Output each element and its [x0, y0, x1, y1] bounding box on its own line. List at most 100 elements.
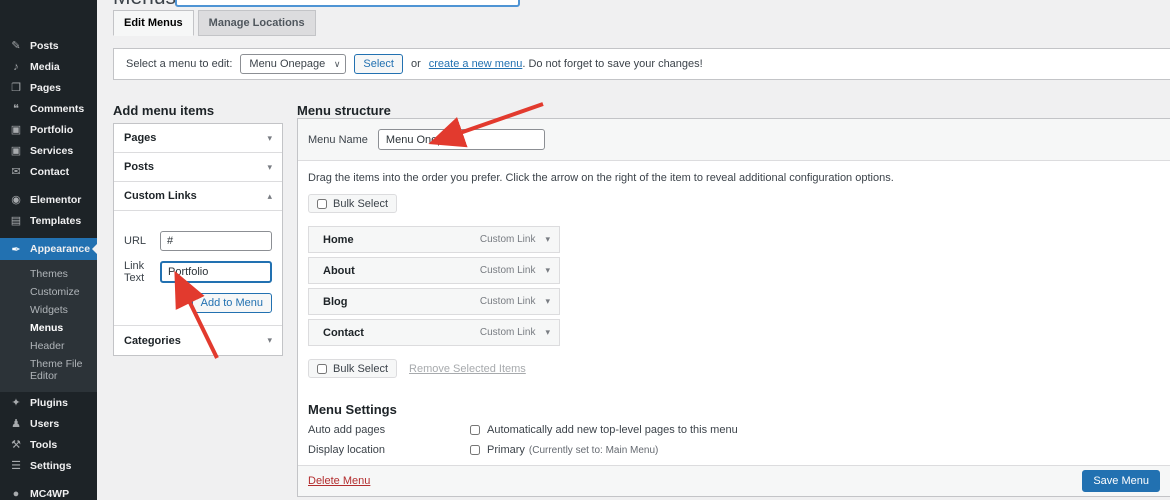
- custom-links-form: URL Link Text Add to Menu: [114, 211, 282, 326]
- menu-name-band: Menu Name: [298, 119, 1170, 161]
- page-title: Menus: [113, 0, 176, 10]
- tab-bar: Edit Menus Manage Locations: [113, 10, 320, 36]
- menu-item-home[interactable]: Home Custom Link▾: [308, 226, 560, 253]
- add-to-menu-button[interactable]: Add to Menu: [192, 293, 272, 313]
- sidebar-item-posts[interactable]: ✎ Posts: [0, 35, 97, 56]
- auto-add-pages-checkbox[interactable]: [470, 425, 480, 435]
- sidebar-item-services[interactable]: ▣ Services: [0, 140, 97, 161]
- sidebar-item-label: Plugins: [30, 397, 68, 409]
- accordion-label: Pages: [124, 132, 156, 144]
- bulk-select-checkbox[interactable]: [317, 364, 327, 374]
- url-input[interactable]: [160, 231, 272, 251]
- chevron-down-icon: ▾: [267, 133, 272, 144]
- add-menu-items-panel: Pages ▾ Posts ▾ Custom Links ▴ URL Link …: [113, 123, 283, 356]
- menu-settings-heading: Menu Settings: [308, 402, 397, 417]
- create-new-menu-link[interactable]: create a new menu: [429, 58, 523, 70]
- sidebar-item-label: MC4WP: [30, 488, 69, 500]
- settings-icon: ☰: [8, 459, 24, 472]
- menu-name-input[interactable]: [378, 129, 545, 150]
- drag-instructions: Drag the items into the order you prefer…: [308, 172, 1150, 184]
- brush-icon: ✒: [8, 243, 24, 256]
- menu-name-quick-input[interactable]: [175, 0, 520, 7]
- chevron-down-icon[interactable]: ▾: [545, 327, 550, 338]
- pages-icon: ❐: [8, 81, 24, 94]
- tab-manage-locations[interactable]: Manage Locations: [198, 10, 316, 36]
- menu-item-contact[interactable]: Contact Custom Link ▾: [308, 319, 560, 346]
- sidebar-item-label: Media: [30, 61, 60, 73]
- sidebar-item-label: Services: [30, 145, 73, 157]
- submenu-item-menus[interactable]: Menus: [0, 319, 97, 337]
- comment-bubble-icon: ❝: [8, 102, 24, 115]
- or-text: or: [411, 58, 421, 70]
- sidebar-item-label: Appearance: [30, 243, 90, 255]
- menu-item-blog[interactable]: Blog Custom Link▾: [308, 288, 560, 315]
- user-icon: ♟: [8, 417, 24, 430]
- appearance-submenu: Themes Customize Widgets Menus Header Th…: [0, 260, 97, 392]
- submenu-item-theme-file-editor[interactable]: Theme File Editor: [0, 355, 97, 385]
- primary-location-checkbox[interactable]: [470, 445, 480, 455]
- chevron-down-icon[interactable]: ▾: [545, 234, 550, 245]
- save-menu-button[interactable]: Save Menu: [1082, 470, 1160, 492]
- menu-item-label: Blog: [323, 296, 347, 308]
- menu-actions-footer: Delete Menu Save Menu: [298, 465, 1170, 496]
- tab-edit-menus[interactable]: Edit Menus: [113, 10, 194, 36]
- menu-select-bar: Select a menu to edit: Menu Onepage ∨ Se…: [113, 48, 1170, 80]
- chevron-down-icon[interactable]: ▾: [545, 296, 550, 307]
- sidebar-item-label: Contact: [30, 166, 69, 178]
- sidebar-item-elementor[interactable]: ◉ Elementor: [0, 189, 97, 210]
- bulk-select-checkbox[interactable]: [317, 199, 327, 209]
- main-content: Menus Edit Menus Manage Locations Select…: [97, 0, 1170, 500]
- menu-dropdown[interactable]: Menu Onepage ∨: [240, 54, 346, 74]
- display-location-row: Display location Primary (Currently set …: [308, 444, 658, 456]
- submenu-item-header[interactable]: Header: [0, 337, 97, 355]
- accordion-custom-links[interactable]: Custom Links ▴: [114, 182, 282, 211]
- link-text-input[interactable]: [160, 261, 272, 283]
- envelope-icon: ✉: [8, 165, 24, 178]
- sidebar-item-appearance[interactable]: ✒ Appearance: [0, 238, 97, 260]
- selected-menu-value: Menu Onepage: [249, 58, 325, 70]
- delete-menu-link[interactable]: Delete Menu: [308, 475, 370, 487]
- accordion-posts[interactable]: Posts ▾: [114, 153, 282, 182]
- accordion-label: Custom Links: [124, 190, 197, 202]
- submenu-item-customize[interactable]: Customize: [0, 283, 97, 301]
- menu-name-label: Menu Name: [308, 134, 368, 146]
- sidebar-separator: [0, 231, 97, 238]
- sidebar-item-pages[interactable]: ❐ Pages: [0, 77, 97, 98]
- chevron-up-icon: ▴: [267, 191, 272, 202]
- sidebar-item-settings[interactable]: ☰ Settings: [0, 455, 97, 476]
- menu-item-label: Contact: [323, 327, 364, 339]
- submenu-item-widgets[interactable]: Widgets: [0, 301, 97, 319]
- menu-item-label: About: [323, 265, 355, 277]
- sidebar-item-plugins[interactable]: ✦ Plugins: [0, 392, 97, 413]
- auto-add-pages-text: Automatically add new top-level pages to…: [487, 424, 738, 436]
- sidebar-item-portfolio[interactable]: ▣ Portfolio: [0, 119, 97, 140]
- select-button[interactable]: Select: [354, 54, 403, 74]
- sidebar-item-tools[interactable]: ⚒ Tools: [0, 434, 97, 455]
- remove-selected-items-link[interactable]: Remove Selected Items: [409, 363, 526, 375]
- sidebar-item-mc4wp[interactable]: ● MC4WP: [0, 483, 97, 500]
- elementor-icon: ◉: [8, 193, 24, 206]
- accordion-pages[interactable]: Pages ▾: [114, 124, 282, 153]
- chevron-down-icon[interactable]: ▾: [545, 265, 550, 276]
- bulk-select-toggle[interactable]: Bulk Select: [308, 194, 397, 213]
- submenu-item-themes[interactable]: Themes: [0, 265, 97, 283]
- accordion-label: Posts: [124, 161, 154, 173]
- current-location-note: (Currently set to: Main Menu): [529, 445, 659, 456]
- accordion-categories[interactable]: Categories ▾: [114, 326, 282, 355]
- url-label: URL: [124, 235, 160, 247]
- sidebar-item-media[interactable]: ♪ Media: [0, 56, 97, 77]
- menu-item-about[interactable]: About Custom Link▾: [308, 257, 560, 284]
- sidebar-item-label: Settings: [30, 460, 71, 472]
- sidebar-item-templates[interactable]: ▤ Templates: [0, 210, 97, 231]
- display-location-label: Display location: [308, 444, 470, 456]
- sidebar-separator: [0, 182, 97, 189]
- bulk-select-label: Bulk Select: [333, 363, 388, 375]
- mailchimp-icon: ●: [8, 488, 24, 500]
- sidebar-item-users[interactable]: ♟ Users: [0, 413, 97, 434]
- menu-item-type: Custom Link: [480, 327, 536, 338]
- bulk-select-toggle-bottom[interactable]: Bulk Select: [308, 359, 397, 378]
- menu-structure-heading: Menu structure: [297, 103, 391, 118]
- sidebar-item-comments[interactable]: ❝ Comments: [0, 98, 97, 119]
- admin-sidebar: ✎ Posts ♪ Media ❐ Pages ❝ Comments ▣ Por…: [0, 0, 97, 500]
- sidebar-item-contact[interactable]: ✉ Contact: [0, 161, 97, 182]
